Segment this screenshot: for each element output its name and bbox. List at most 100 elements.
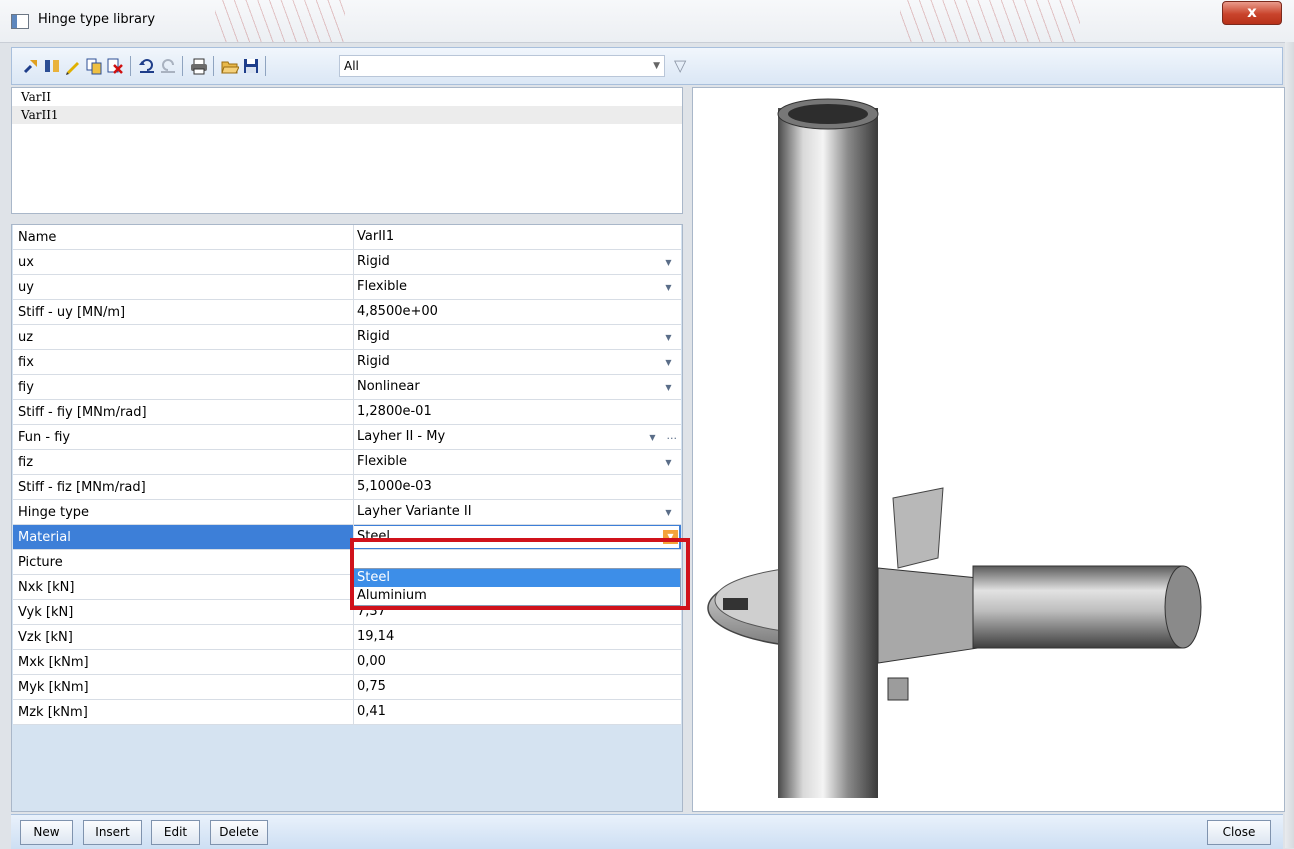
pin-icon[interactable] <box>22 57 40 75</box>
toolbar-separator <box>213 56 214 76</box>
column-divider <box>353 625 354 650</box>
property-grid: Name VarII1 ux Rigid ▼ uy Flexible ▼ Stiff - uy … <box>11 224 683 812</box>
property-value[interactable]: 0,00 <box>357 650 657 674</box>
chevron-down-icon[interactable]: ▼ <box>662 381 675 394</box>
title-bar: Hinge type library x <box>0 0 1294 43</box>
property-row[interactable]: uz Rigid ▼ <box>13 325 681 350</box>
property-name: Picture <box>18 555 63 570</box>
list-item[interactable]: VarII <box>12 88 682 106</box>
material-option-steel[interactable]: Steel <box>354 569 680 587</box>
toolbar: All ▼ ▽ <box>11 47 1283 85</box>
edit-button[interactable]: Edit <box>151 820 200 845</box>
property-row[interactable]: Mzk [kNm] 0,41 <box>13 700 681 725</box>
toolbar-separator <box>182 56 183 76</box>
property-name: Material <box>18 530 71 545</box>
insert-button[interactable]: Insert <box>83 820 142 845</box>
property-name: fix <box>18 355 34 370</box>
window-close-button[interactable]: x <box>1222 1 1282 25</box>
property-name: Myk [kNm] <box>18 680 89 695</box>
chevron-down-icon[interactable]: ▼ <box>662 356 675 369</box>
save-icon[interactable] <box>242 57 260 75</box>
property-name: uz <box>18 330 34 345</box>
property-value: Layher II - My <box>357 429 446 444</box>
filter-icon[interactable]: ▽ <box>674 56 686 75</box>
property-row[interactable]: Vzk [kN] 19,14 <box>13 625 681 650</box>
property-name: Mzk [kNm] <box>18 705 88 720</box>
background-decoration <box>900 0 1080 42</box>
property-value: Steel <box>357 529 390 544</box>
window-border <box>1285 42 1294 848</box>
ellipsis-button[interactable]: ... <box>667 429 678 442</box>
delete-button[interactable]: Delete <box>210 820 268 845</box>
column-divider <box>353 450 354 475</box>
column-divider <box>353 275 354 300</box>
hinge-type-list: VarII VarII1 <box>11 87 683 214</box>
property-row[interactable]: Stiff - uy [MN/m] 4,8500e+00 <box>13 300 681 325</box>
column-divider <box>353 400 354 425</box>
chevron-down-icon[interactable]: ▼ <box>662 331 675 344</box>
column-divider <box>353 225 354 250</box>
chevron-down-icon[interactable]: ▼ <box>662 256 675 269</box>
print-icon[interactable] <box>190 57 208 75</box>
delete-icon[interactable] <box>106 57 124 75</box>
property-value[interactable]: 5,1000e-03 <box>357 475 657 499</box>
property-row[interactable]: Myk [kNm] 0,75 <box>13 675 681 700</box>
property-row[interactable]: Hinge type Layher Variante II ▼ <box>13 500 681 525</box>
property-name: Name <box>18 230 57 245</box>
open-icon[interactable] <box>221 57 239 75</box>
chevron-down-icon[interactable]: ▼ <box>663 530 678 544</box>
property-name: Stiff - fiy [MNm/rad] <box>18 405 147 420</box>
property-value[interactable]: VarII1 <box>357 225 657 249</box>
column-divider <box>353 300 354 325</box>
split-icon[interactable] <box>43 57 61 75</box>
property-value[interactable]: 1,2800e-01 <box>357 400 657 424</box>
column-divider <box>353 350 354 375</box>
copy-icon[interactable] <box>85 57 103 75</box>
property-value: Rigid <box>357 329 390 344</box>
property-value: Flexible <box>357 454 408 469</box>
property-row[interactable]: fiy Nonlinear ▼ <box>13 375 681 400</box>
chevron-down-icon[interactable]: ▼ <box>662 456 675 469</box>
property-row[interactable]: Stiff - fiz [MNm/rad] 5,1000e-03 <box>13 475 681 500</box>
property-name: Stiff - uy [MN/m] <box>18 305 126 320</box>
property-value[interactable]: 4,8500e+00 <box>357 300 657 324</box>
filter-select[interactable]: All ▼ <box>339 55 665 77</box>
property-value[interactable]: 0,41 <box>357 700 657 724</box>
material-option-aluminium[interactable]: Aluminium <box>354 587 680 605</box>
property-value: Nonlinear <box>357 379 420 394</box>
chevron-down-icon[interactable]: ▼ <box>662 506 675 519</box>
list-item-selected[interactable]: VarII1 <box>12 106 682 124</box>
column-divider <box>353 375 354 400</box>
column-divider <box>353 325 354 350</box>
property-value[interactable]: 0,75 <box>357 675 657 699</box>
edit-icon[interactable] <box>64 57 82 75</box>
chevron-down-icon[interactable]: ▼ <box>646 431 659 444</box>
column-divider <box>353 650 354 675</box>
property-value[interactable]: 19,14 <box>357 625 657 649</box>
property-name: Stiff - fiz [MNm/rad] <box>18 480 146 495</box>
toolbar-separator <box>130 56 131 76</box>
redo-icon[interactable] <box>159 57 177 75</box>
property-value: Flexible <box>357 279 408 294</box>
property-row[interactable]: fiz Flexible ▼ <box>13 450 681 475</box>
close-button[interactable]: Close <box>1207 820 1271 845</box>
property-row[interactable]: Mxk [kNm] 0,00 <box>13 650 681 675</box>
bottom-button-bar: New Insert Edit Delete Close <box>11 814 1283 849</box>
window-icon <box>11 14 29 29</box>
toolbar-separator <box>265 56 266 76</box>
property-row[interactable]: ux Rigid ▼ <box>13 250 681 275</box>
property-row[interactable]: fix Rigid ▼ <box>13 350 681 375</box>
property-row[interactable]: Fun - fiy Layher II - My ▼... <box>13 425 681 450</box>
property-name: ux <box>18 255 34 270</box>
chevron-down-icon[interactable]: ▼ <box>662 281 675 294</box>
undo-icon[interactable] <box>138 57 156 75</box>
column-divider <box>353 500 354 525</box>
property-row[interactable]: uy Flexible ▼ <box>13 275 681 300</box>
property-row[interactable]: Name VarII1 <box>13 225 681 250</box>
property-row[interactable]: Material ▼ Steel <box>13 525 681 550</box>
new-button[interactable]: New <box>20 820 73 845</box>
column-divider <box>353 700 354 725</box>
property-name: Nxk [kN] <box>18 580 75 595</box>
scaffold-hinge-image <box>707 98 1202 798</box>
property-row[interactable]: Stiff - fiy [MNm/rad] 1,2800e-01 <box>13 400 681 425</box>
